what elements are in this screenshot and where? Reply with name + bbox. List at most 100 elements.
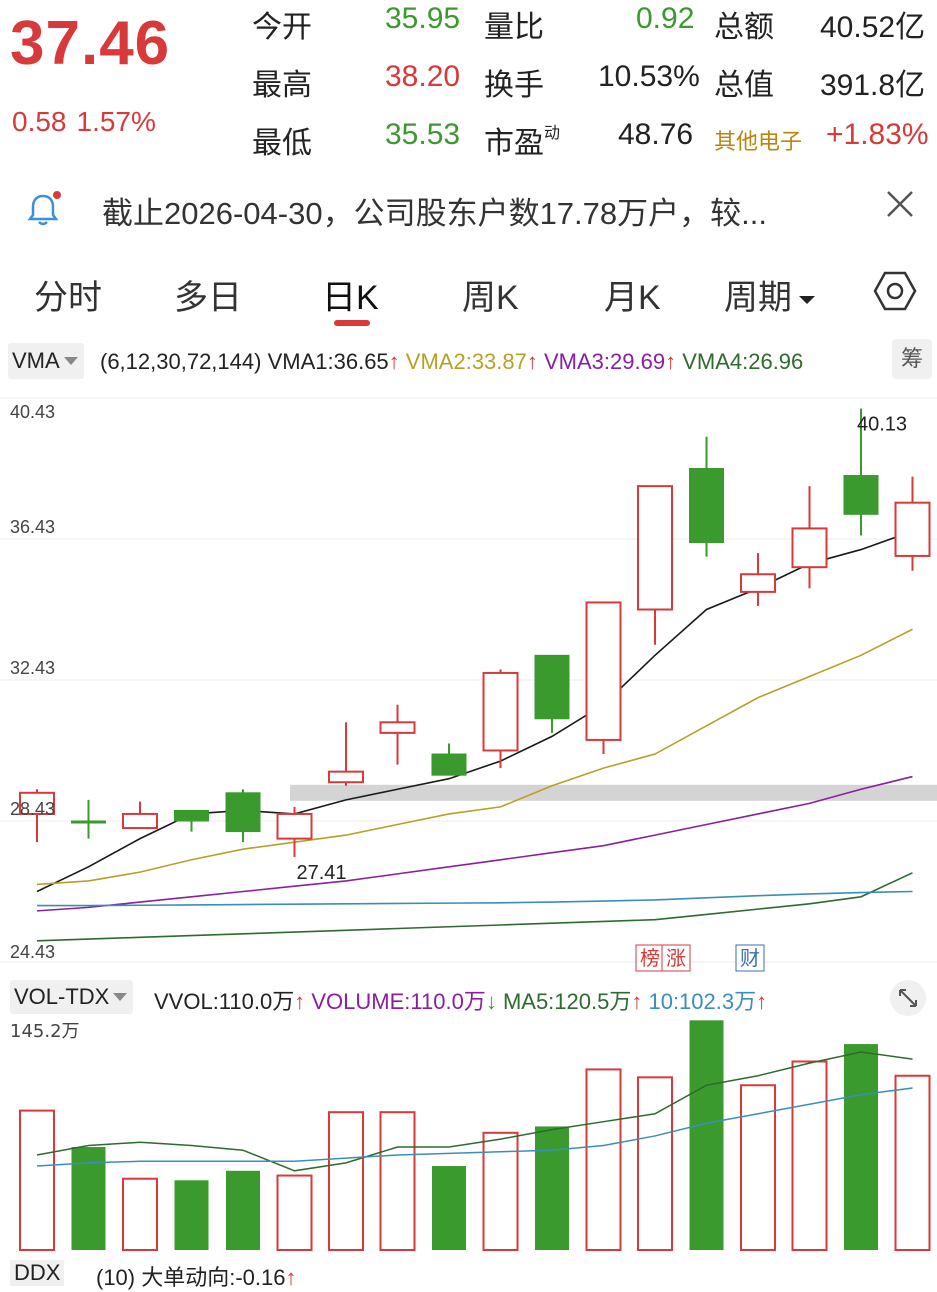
vma1-value: VMA1:36.65↑ xyxy=(267,349,400,374)
event-marker: 财 xyxy=(735,944,765,972)
indicator-values: (6,12,30,72,144) VMA1:36.65↑ VMA2:33.87↑… xyxy=(100,349,803,375)
volume-y-tick-label: 145.2万 xyxy=(10,1021,80,1042)
volume-bar xyxy=(122,1177,158,1251)
ddx-values: (10) 大单动向:-0.16↑ xyxy=(96,1265,297,1290)
candlestick xyxy=(791,486,828,589)
turnover-value: 10.53% xyxy=(598,60,700,93)
expand-icon[interactable] xyxy=(890,980,926,1016)
candlestick xyxy=(894,476,931,571)
volume-bar xyxy=(791,1060,828,1252)
volume-bar xyxy=(432,1166,466,1250)
volume-10-line xyxy=(36,1087,913,1167)
active-tab-indicator xyxy=(334,320,370,326)
ma10-value: 10:102.3万↑ xyxy=(648,989,768,1014)
last-price: 37.46 xyxy=(10,9,171,78)
volume-bar xyxy=(637,1076,673,1251)
candle-body xyxy=(740,573,776,593)
sector-name[interactable]: 其他电子 xyxy=(714,124,802,156)
indicator-select[interactable]: VMA xyxy=(8,343,84,379)
event-marker-label: 财 xyxy=(740,946,760,970)
vma1-line xyxy=(36,530,913,893)
settings-icon[interactable] xyxy=(872,268,918,314)
support-band xyxy=(290,784,937,801)
vma2-line xyxy=(36,628,913,886)
volume-bar xyxy=(328,1111,364,1252)
ddx-indicator-select[interactable]: DDX xyxy=(10,1260,65,1286)
candle-body xyxy=(585,601,622,741)
candlestick xyxy=(225,789,261,843)
tab-weekly-k[interactable]: 周K xyxy=(462,270,519,319)
volume-indicator-values: VVOL:110.0万↑ VOLUME:110.0万↓ MA5:120.5万↑ … xyxy=(154,984,767,1016)
notice-banner[interactable]: 截止2026-04-30，公司股东户数17.78万户，较... xyxy=(0,170,937,246)
bell-icon xyxy=(27,191,61,226)
volume-bar xyxy=(585,1068,622,1251)
volume-bar xyxy=(689,1020,724,1250)
vol-ratio-label: 量比 xyxy=(484,11,544,44)
volume-indicator-select[interactable]: VOL-TDX xyxy=(10,980,134,1014)
sector-change: +1.83% xyxy=(826,118,929,151)
volume-bar xyxy=(535,1126,569,1250)
candle-body xyxy=(225,792,261,833)
candle-body xyxy=(689,468,724,544)
candlestick xyxy=(740,553,776,606)
candle-body xyxy=(328,770,364,784)
candlestick xyxy=(482,669,519,769)
high-value: 38.20 xyxy=(385,60,461,93)
high-label: 最高 xyxy=(252,69,312,102)
candle-body xyxy=(894,501,931,557)
volume-bar xyxy=(226,1170,260,1250)
indicator-bar: VMA (6,12,30,72,144) VMA1:36.65↑ VMA2:33… xyxy=(0,339,937,383)
candle-body xyxy=(482,671,519,752)
volume-bar xyxy=(379,1111,416,1252)
candle-body xyxy=(431,753,467,776)
candlestick xyxy=(379,704,416,765)
candlestick xyxy=(689,436,724,557)
indicator-params: (6,12,30,72,144) xyxy=(100,349,262,374)
y-tick-label: 28.43 xyxy=(10,799,55,819)
candle-body xyxy=(791,527,828,569)
turnover-label: 换手 xyxy=(484,69,544,102)
volume-indicator-bar: VOL-TDX VVOL:110.0万↑ VOLUME:110.0万↓ MA5:… xyxy=(0,980,937,1016)
chip-distribution-button[interactable]: 筹 xyxy=(892,339,932,379)
event-marker-label: 榜 xyxy=(640,946,660,970)
caret-down-icon xyxy=(113,993,128,1001)
change-value: 0.58 xyxy=(12,106,67,137)
volume-chart[interactable]: 145.2万 xyxy=(0,1015,937,1255)
tab-daily-k[interactable]: 日K xyxy=(322,270,379,319)
mktcap-label: 总值 xyxy=(714,69,774,102)
volume-bar xyxy=(482,1131,519,1251)
caret-down-icon xyxy=(799,296,815,305)
ddx-indicator-bar: DDX (10) 大单动向:-0.16↑ xyxy=(0,1258,937,1290)
tab-intraday[interactable]: 分时 xyxy=(34,270,102,319)
candle-body xyxy=(276,812,313,840)
vma2-value: VMA2:33.87↑ xyxy=(405,349,538,374)
tab-multiday[interactable]: 多日 xyxy=(174,270,242,319)
candle-body xyxy=(174,809,209,822)
close-icon[interactable] xyxy=(880,184,920,224)
candle-body xyxy=(122,812,158,830)
open-value: 35.95 xyxy=(385,2,461,35)
mktcap-value: 391.8亿 xyxy=(820,69,926,102)
vma4-line xyxy=(36,872,913,942)
notice-text[interactable]: 截止2026-04-30，公司股东户数17.78万户，较... xyxy=(102,188,767,233)
price-change: 0.58 1.57% xyxy=(12,106,166,138)
candle-body xyxy=(379,721,416,734)
candlestick xyxy=(585,601,622,755)
kline-chart[interactable]: 40.43 36.43 32.43 28.43 24.43 40.13 27.41 榜涨 财 xyxy=(0,385,937,975)
quote-header: 37.46 0.58 1.57% 今开 35.95 最高 38.20 最低 35.… xyxy=(0,0,937,160)
tab-period[interactable]: 周期 xyxy=(724,270,818,319)
pe-value: 48.76 xyxy=(618,118,694,151)
max-price-label: 40.13 xyxy=(857,414,907,436)
event-marker: 涨 xyxy=(661,944,691,972)
tab-monthly-k[interactable]: 月K xyxy=(604,270,661,319)
vvol-value: VVOL:110.0万↑ xyxy=(154,989,306,1014)
candle-body xyxy=(534,654,570,720)
candlestick xyxy=(431,743,467,776)
candle-body xyxy=(843,475,879,515)
candle-body xyxy=(71,820,106,824)
vma3-value: VMA3:29.69↑ xyxy=(544,349,677,374)
vol-ratio-value: 0.92 xyxy=(636,2,695,35)
y-tick-label: 36.43 xyxy=(10,517,55,537)
low-value: 35.53 xyxy=(385,118,461,151)
period-tabs: 分时 多日 日K 周K 月K 周期 xyxy=(0,260,937,330)
